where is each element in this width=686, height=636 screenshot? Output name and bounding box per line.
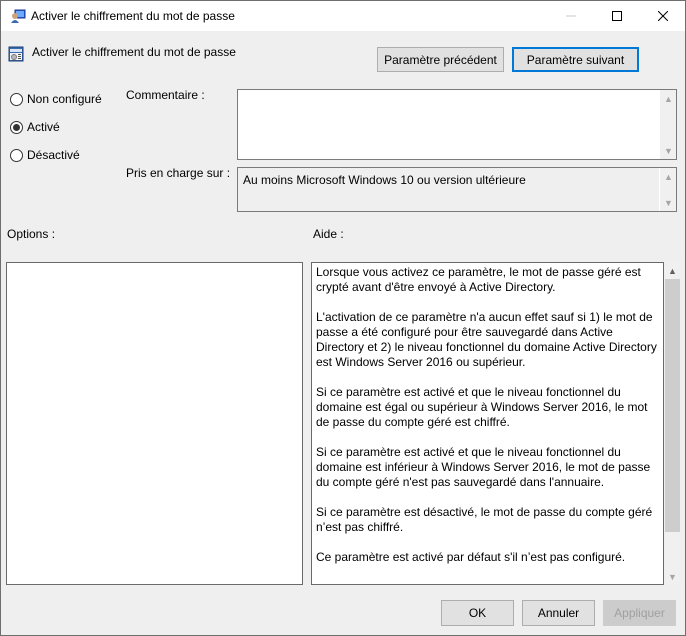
help-label: Aide : [313, 227, 344, 241]
comment-textarea[interactable]: ▲ ▼ [237, 89, 677, 160]
help-scrollbar[interactable]: ▲ ▼ [664, 262, 681, 585]
title-bar: Activer le chiffrement du mot de passe [1, 1, 685, 31]
radio-label: Désactivé [27, 148, 80, 162]
help-panel: Lorsque vous activez ce paramètre, le mo… [311, 262, 664, 585]
comment-scrollbar[interactable]: ▲ ▼ [659, 90, 676, 159]
policy-editor-icon [11, 9, 26, 23]
radio-disabled[interactable]: Désactivé [10, 148, 80, 162]
cancel-button[interactable]: Annuler [522, 600, 595, 626]
minimize-icon [566, 15, 576, 17]
radio-circle-selected[interactable] [10, 120, 23, 134]
help-paragraph: Ce paramètre est activé par défaut s'il … [316, 550, 626, 564]
minimize-button[interactable] [548, 1, 594, 31]
setting-title: Activer le chiffrement du mot de passe [32, 45, 236, 59]
radio-label: Non configuré [27, 92, 102, 106]
scrollbar-thumb[interactable] [665, 279, 680, 532]
supported-on-value: Au moins Microsoft Windows 10 ou version… [243, 173, 526, 187]
radio-enabled[interactable]: Activé [10, 120, 60, 134]
help-paragraph: L'activation de ce paramètre n'a aucun e… [316, 310, 657, 369]
policy-setting-dialog: Activer le chiffrement du mot de passe A… [0, 0, 686, 636]
scroll-up-icon[interactable]: ▲ [660, 90, 677, 107]
scroll-up-icon[interactable]: ▲ [664, 262, 681, 279]
help-paragraph: Lorsque vous activez ce paramètre, le mo… [316, 265, 641, 294]
help-paragraph: Si ce paramètre est activé et que le niv… [316, 385, 648, 429]
radio-circle[interactable] [10, 148, 23, 162]
help-text: Lorsque vous activez ce paramètre, le mo… [316, 265, 661, 580]
scroll-down-icon[interactable]: ▼ [664, 568, 681, 585]
close-icon [658, 11, 668, 21]
supported-on-label: Pris en charge sur : [126, 166, 231, 180]
scroll-up-icon[interactable]: ▲ [660, 168, 677, 185]
radio-not-configured[interactable]: Non configuré [10, 92, 102, 106]
maximize-button[interactable] [594, 1, 640, 31]
comment-label: Commentaire : [126, 88, 205, 102]
next-setting-button[interactable]: Paramètre suivant [512, 47, 639, 72]
previous-setting-button[interactable]: Paramètre précédent [377, 47, 504, 72]
setting-icon [8, 46, 24, 62]
scroll-down-icon[interactable]: ▼ [660, 142, 677, 159]
apply-button[interactable]: Appliquer [603, 600, 676, 626]
options-label: Options : [7, 227, 56, 241]
radio-circle[interactable] [10, 92, 23, 106]
supported-scrollbar[interactable]: ▲ ▼ [659, 168, 676, 211]
help-paragraph: Si ce paramètre est désactivé, le mot de… [316, 505, 653, 534]
maximize-icon [612, 11, 622, 21]
supported-on-field: Au moins Microsoft Windows 10 ou version… [237, 167, 677, 212]
close-button[interactable] [640, 1, 686, 31]
options-panel [6, 262, 303, 585]
ok-button[interactable]: OK [441, 600, 514, 626]
radio-label: Activé [27, 120, 60, 134]
help-paragraph: Si ce paramètre est activé et que le niv… [316, 445, 651, 489]
scroll-down-icon[interactable]: ▼ [660, 194, 677, 211]
window-title: Activer le chiffrement du mot de passe [31, 9, 235, 23]
